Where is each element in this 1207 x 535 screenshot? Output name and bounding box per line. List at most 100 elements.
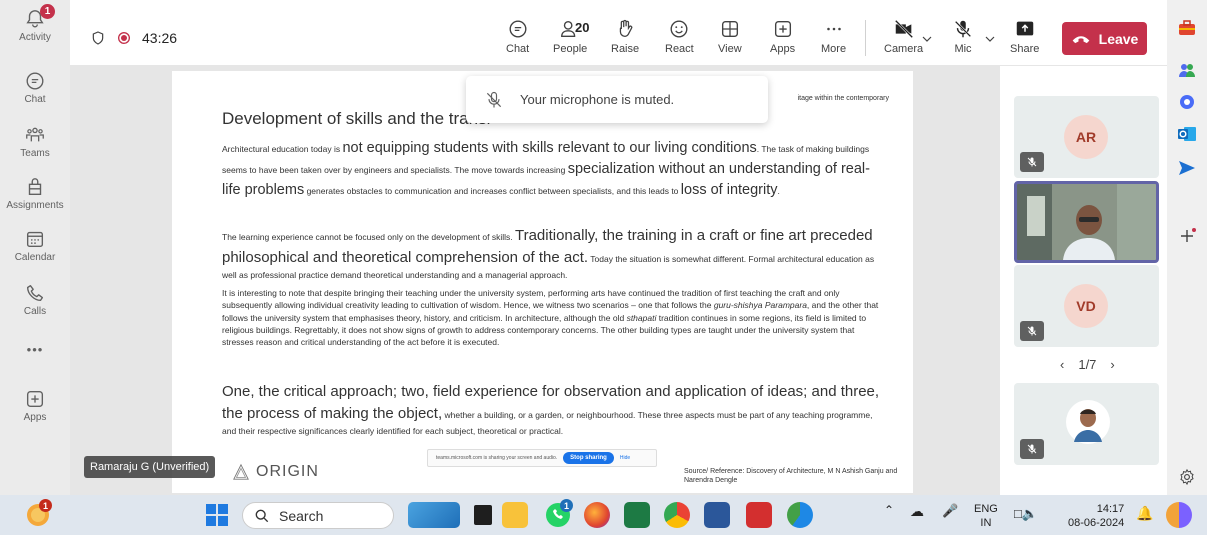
camera-chevron-icon[interactable] <box>922 34 932 44</box>
view-button[interactable]: View <box>718 18 742 55</box>
rail-calls-label: Calls <box>23 306 47 317</box>
smiley-icon <box>670 20 688 38</box>
p1-text-a: Architectural education today is <box>222 144 343 154</box>
mic-off-icon <box>1027 326 1037 336</box>
calendar-icon <box>26 231 44 248</box>
outlook-icon[interactable] <box>1175 122 1199 146</box>
mic-tray-icon[interactable]: 🎤 <box>942 503 958 519</box>
rail-chat[interactable]: Chat <box>0 70 70 105</box>
presenter-name-tag: Ramaraju G (Unverified) <box>84 456 216 478</box>
shield-icon <box>92 31 104 45</box>
slide-corner-text: itage within the contemporary <box>797 95 889 102</box>
windows-taskbar: 1 Search 1 ⌃ ☁ 🎤 ENG IN □🔈 14:17 08-06-2… <box>0 495 1207 535</box>
rail-assignments[interactable]: Assignments <box>0 176 70 211</box>
copilot-taskbar-icon[interactable] <box>1166 502 1192 528</box>
meeting-timer: 43:26 <box>90 30 177 46</box>
slide-paragraph-4: One, the critical approach; two, field e… <box>222 381 882 437</box>
teams-icon <box>26 127 44 142</box>
leave-button[interactable]: Leave <box>1062 22 1147 55</box>
mic-button[interactable]: Mic <box>952 18 974 55</box>
whatsapp-icon[interactable]: 1 <box>544 499 573 533</box>
file-explorer-icon[interactable] <box>502 502 528 528</box>
rail-more[interactable]: ••• <box>0 342 70 357</box>
clock[interactable]: 14:17 08-06-2024 <box>1068 503 1124 531</box>
participant-tile-active-speaker[interactable] <box>1014 181 1159 263</box>
acrobat-icon[interactable] <box>746 502 772 528</box>
rail-chat-label: Chat <box>24 94 46 105</box>
people-button[interactable]: 20 People <box>553 18 589 55</box>
meeting-window: 43:26 Chat 20 People Raise React View Ap… <box>70 0 1167 495</box>
search-icon <box>255 509 269 522</box>
share-banner-text: teams.microsoft.com is sharing your scre… <box>436 455 558 461</box>
participant-tile-vd[interactable]: VD <box>1014 265 1159 347</box>
chat-icon <box>26 72 44 90</box>
rail-assignments-label: Assignments <box>6 200 64 211</box>
activity-badge: 1 <box>40 4 55 19</box>
chrome-icon[interactable] <box>664 502 690 528</box>
share-label: Share <box>1010 43 1040 55</box>
firefox-icon[interactable] <box>584 502 610 528</box>
people-label: People <box>553 43 588 55</box>
more-dots-icon <box>826 27 841 31</box>
send-icon[interactable] <box>1175 156 1199 180</box>
add-apps-icon <box>774 20 791 38</box>
p2-text-a: The learning experience cannot be focuse… <box>222 232 515 242</box>
apps-button[interactable]: Apps <box>770 18 795 55</box>
edge-icon[interactable] <box>787 502 813 528</box>
participant-video <box>1017 184 1156 260</box>
settings-gear-icon[interactable] <box>1175 465 1199 489</box>
rail-teams-label: Teams <box>20 148 50 159</box>
raise-hand-button[interactable]: Raise <box>611 18 639 55</box>
mic-chevron-icon[interactable] <box>985 34 995 44</box>
notification-bell-icon[interactable]: 🔔 <box>1136 505 1153 523</box>
share-button[interactable]: Share <box>1010 18 1039 55</box>
clock-date: 08-06-2024 <box>1068 516 1125 529</box>
rail-teams[interactable]: Teams <box>0 124 70 159</box>
rail-calls[interactable]: Calls <box>0 282 70 317</box>
camera-button[interactable]: Camera <box>884 18 923 55</box>
shared-screen: itage within the contemporary Developmen… <box>70 66 1000 495</box>
add-app-icon[interactable] <box>1175 224 1199 248</box>
phone-icon <box>26 284 44 302</box>
more-button[interactable]: More <box>821 18 846 55</box>
p1-emphasis-3: loss of integrity <box>680 182 778 199</box>
copilot-icon[interactable] <box>1175 90 1199 114</box>
toolbox-icon[interactable] <box>1175 16 1199 40</box>
rail-calendar[interactable]: Calendar <box>0 228 70 263</box>
rail-activity[interactable]: 1 Activity <box>0 4 70 43</box>
excel-icon[interactable] <box>624 502 650 528</box>
weather-widget[interactable]: 1 <box>24 499 52 534</box>
windows-logo-icon <box>206 504 228 526</box>
start-button[interactable] <box>206 504 228 531</box>
chat-icon <box>509 20 527 38</box>
react-label: React <box>665 43 694 55</box>
p1-text-g: . <box>777 186 780 197</box>
logo-mark-icon <box>233 463 249 480</box>
word-icon[interactable] <box>704 502 730 528</box>
people-apps-icon[interactable] <box>1175 58 1199 82</box>
prev-page-icon[interactable]: ‹ <box>1060 357 1064 372</box>
hide-banner-link[interactable]: Hide <box>620 455 630 461</box>
participant-tile-ar[interactable]: AR <box>1014 96 1159 178</box>
tray-overflow-icon[interactable]: ⌃ <box>884 503 894 518</box>
rail-apps[interactable]: Apps <box>0 388 70 423</box>
apps-label: Apps <box>770 43 796 55</box>
leave-label: Leave <box>1098 30 1139 47</box>
react-button[interactable]: React <box>665 18 694 55</box>
slide-heading: Development of skills and the transi <box>222 109 491 128</box>
logo-text: ORIGIN <box>256 463 319 480</box>
assignments-icon <box>28 178 42 196</box>
taskbar-search[interactable]: Search <box>242 502 394 529</box>
language-indicator[interactable]: ENG IN <box>974 503 998 531</box>
clock-time: 14:17 <box>1096 503 1125 515</box>
task-view-icon[interactable] <box>474 505 492 525</box>
search-highlight-icon[interactable] <box>408 502 460 528</box>
slide-paragraph-1: Architectural education today is not equ… <box>222 138 882 201</box>
rail-apps-label: Apps <box>23 412 47 423</box>
stop-sharing-button[interactable]: Stop sharing <box>563 452 614 464</box>
chat-button[interactable]: Chat <box>506 18 529 55</box>
network-volume-icon[interactable]: □🔈 <box>1014 506 1038 522</box>
cloud-icon[interactable]: ☁ <box>910 503 924 521</box>
participant-tile-photo[interactable] <box>1014 383 1159 465</box>
next-page-icon[interactable]: › <box>1110 357 1114 372</box>
